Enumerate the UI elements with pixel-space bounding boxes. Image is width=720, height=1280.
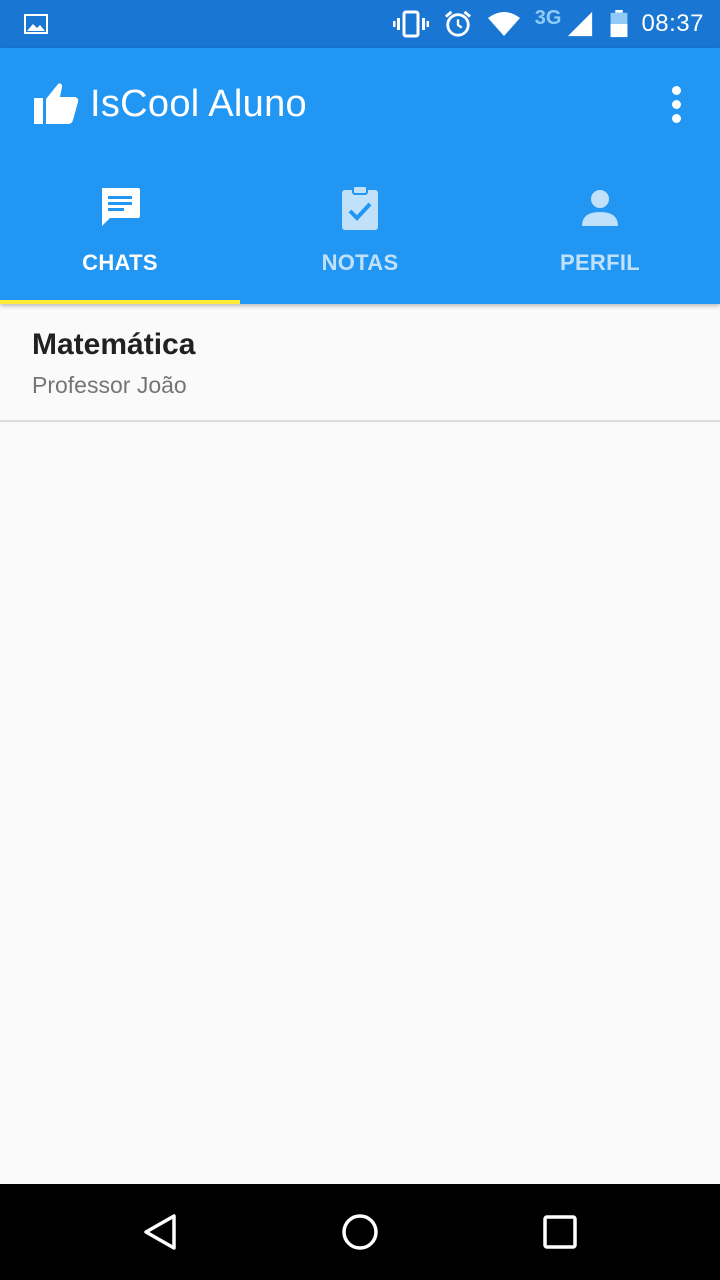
alarm-icon	[444, 10, 471, 37]
tab-chats[interactable]: CHATS	[0, 160, 240, 304]
back-icon[interactable]	[136, 1208, 184, 1256]
vibrate-icon	[392, 10, 429, 38]
battery-icon	[611, 10, 628, 38]
tab-perfil[interactable]: PERFIL	[480, 160, 720, 304]
chat-subtitle: Professor João	[32, 372, 187, 398]
assignment-check-icon	[342, 185, 378, 230]
toolbar: IsCool Aluno	[0, 48, 720, 160]
home-icon[interactable]	[336, 1208, 384, 1256]
app-bar: IsCool Aluno CHATS NOTAS PERFIL	[0, 48, 720, 304]
tab-bar: CHATS NOTAS PERFIL	[0, 160, 720, 304]
tab-notas[interactable]: NOTAS	[240, 160, 480, 304]
status-icons: 3G 08:37	[379, 0, 704, 48]
wifi-icon	[487, 12, 520, 36]
app-title: IsCool Aluno	[90, 83, 307, 125]
network-type-label: 3G	[534, 6, 562, 29]
recents-icon[interactable]	[536, 1208, 584, 1256]
clock: 08:37	[641, 10, 704, 37]
image-icon	[24, 14, 48, 34]
tab-indicator	[0, 300, 240, 304]
list-item[interactable]: Matemática Professor João	[0, 304, 720, 422]
status-bar: 3G 08:37	[0, 0, 720, 48]
thumbs-up-icon	[34, 83, 79, 124]
tab-chats-label: CHATS	[82, 250, 158, 275]
tab-notas-label: NOTAS	[321, 250, 399, 275]
chat-list: Matemática Professor João	[0, 304, 720, 1184]
chat-icon	[102, 188, 140, 226]
navigation-bar	[0, 1184, 720, 1280]
screen: 3G 08:37 IsCool Aluno CHATS NOTAS PERFIL…	[0, 0, 720, 1280]
person-icon	[582, 190, 618, 226]
chat-title: Matemática	[32, 328, 196, 361]
signal-icon	[568, 11, 593, 37]
tab-perfil-label: PERFIL	[559, 250, 641, 275]
more-vert-icon[interactable]	[652, 80, 700, 128]
